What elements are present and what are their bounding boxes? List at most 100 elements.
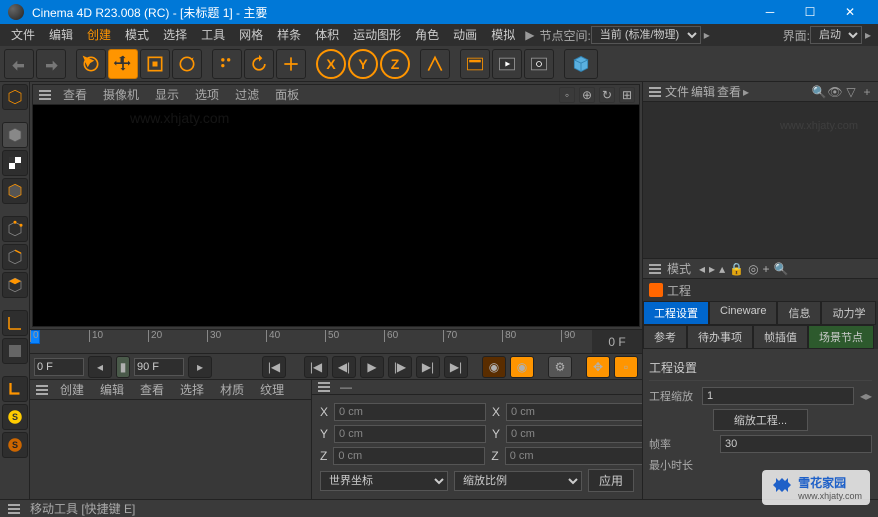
- range-slider[interactable]: ▮: [116, 356, 130, 378]
- prev-frame-button[interactable]: ◀|: [332, 356, 356, 378]
- goto-start-button[interactable]: |◀: [262, 356, 286, 378]
- attr-scale-spinner-icon[interactable]: ◂▸: [860, 389, 872, 403]
- live-select-tool[interactable]: [76, 49, 106, 79]
- attr-tab-interp[interactable]: 帧插值: [753, 325, 808, 349]
- nodespace-popup-icon[interactable]: ▸: [704, 28, 710, 42]
- keyframe-selection-button[interactable]: ⚙: [548, 356, 572, 378]
- obj-menu-file[interactable]: 文件: [665, 83, 689, 100]
- attr-menu-mode[interactable]: 模式: [667, 260, 691, 277]
- menu-character[interactable]: 角色: [408, 24, 446, 46]
- menu-animate[interactable]: 动画: [446, 24, 484, 46]
- attr-menu-icon[interactable]: [647, 262, 663, 276]
- material-menu-material[interactable]: 材质: [214, 381, 250, 398]
- edge-mode-button[interactable]: [2, 244, 28, 270]
- menu-create[interactable]: 创建: [80, 24, 118, 46]
- point-mode-button[interactable]: [2, 216, 28, 242]
- snap-settings-button[interactable]: S: [2, 432, 28, 458]
- menu-volume[interactable]: 体积: [308, 24, 346, 46]
- coord-apply-button[interactable]: 应用: [588, 469, 634, 492]
- obj-menu-view[interactable]: 查看: [717, 83, 741, 100]
- frame-end-input[interactable]: [134, 358, 184, 376]
- viewport-nav-icon-3[interactable]: ↻: [599, 87, 615, 103]
- play-button[interactable]: ▶: [360, 356, 384, 378]
- attr-fps-input[interactable]: [720, 435, 872, 453]
- minimize-button[interactable]: ─: [750, 0, 790, 24]
- workplane-mode-button[interactable]: [2, 178, 28, 204]
- viewport-canvas[interactable]: [33, 105, 639, 326]
- enable-axis-l-button[interactable]: [2, 376, 28, 402]
- obj-search-icon[interactable]: 🔍: [812, 85, 826, 99]
- menu-file[interactable]: 文件: [4, 24, 42, 46]
- attr-new-icon[interactable]: +: [763, 262, 770, 276]
- redo-button[interactable]: [36, 49, 66, 79]
- material-menu-icon[interactable]: [34, 383, 50, 397]
- coord-size-y-input[interactable]: [506, 425, 658, 443]
- layout-popup-icon[interactable]: ▸: [865, 28, 871, 42]
- coord-collapse-icon[interactable]: —: [340, 380, 352, 394]
- viewport-menu-options[interactable]: 选项: [189, 86, 225, 103]
- frame-start-input[interactable]: [34, 358, 84, 376]
- z-axis-button[interactable]: Z: [380, 49, 410, 79]
- menu-mode[interactable]: 模式: [118, 24, 156, 46]
- viewport-menu-view[interactable]: 查看: [57, 86, 93, 103]
- material-menu-edit[interactable]: 编辑: [94, 381, 130, 398]
- attr-tab-info[interactable]: 信息: [777, 301, 821, 325]
- maximize-button[interactable]: ☐: [790, 0, 830, 24]
- timeline-ruler[interactable]: 0102030405060708090 0 F: [30, 329, 642, 353]
- viewport-nav-icon-1[interactable]: ◦: [559, 87, 575, 103]
- menu-spline[interactable]: 样条: [270, 24, 308, 46]
- attr-fwd-icon[interactable]: ▸: [709, 262, 715, 276]
- coord-menu-icon[interactable]: [316, 380, 332, 394]
- record-button[interactable]: ◉: [482, 356, 506, 378]
- layout-select[interactable]: 启动: [810, 26, 862, 44]
- menu-edit[interactable]: 编辑: [42, 24, 80, 46]
- coord-pos-z-input[interactable]: [333, 447, 485, 465]
- attr-back-icon[interactable]: ◂: [699, 262, 705, 276]
- recent-tools[interactable]: [212, 49, 242, 79]
- coord-mode-select[interactable]: 世界坐标: [320, 471, 448, 491]
- obj-filter-icon[interactable]: ▽: [844, 85, 858, 99]
- material-menu-texture[interactable]: 纹理: [254, 381, 290, 398]
- coord-size-z-input[interactable]: [505, 447, 657, 465]
- goto-prevkey-button[interactable]: |◀: [304, 356, 328, 378]
- snap-button[interactable]: S: [2, 404, 28, 430]
- attr-tab-scenenodes[interactable]: 场景节点: [808, 325, 874, 349]
- close-button[interactable]: ✕: [830, 0, 870, 24]
- coord-pos-x-input[interactable]: [334, 403, 486, 421]
- enable-axis-button[interactable]: [2, 310, 28, 336]
- viewport-menu-panel[interactable]: 面板: [269, 86, 305, 103]
- obj-eye-icon[interactable]: 👁: [828, 85, 842, 99]
- coord-system-button[interactable]: [420, 49, 450, 79]
- obj-menu-more-icon[interactable]: ▸: [743, 85, 749, 99]
- polygon-mode-button[interactable]: [2, 272, 28, 298]
- coord-size-x-input[interactable]: [506, 403, 658, 421]
- attr-scale-input[interactable]: [702, 387, 854, 405]
- attr-tab-todo[interactable]: 待办事项: [687, 325, 753, 349]
- add-cube-button[interactable]: [564, 49, 598, 79]
- next-frame-button[interactable]: |▶: [388, 356, 412, 378]
- attr-scale-project-button[interactable]: 缩放工程...: [713, 409, 808, 431]
- autokey-button[interactable]: ◉: [510, 356, 534, 378]
- material-menu-create[interactable]: 创建: [54, 381, 90, 398]
- attr-target-icon[interactable]: ◎: [748, 262, 758, 276]
- obj-menu-icon[interactable]: [647, 85, 663, 99]
- render-pv-button[interactable]: [492, 49, 522, 79]
- attr-tab-dynamics[interactable]: 动力学: [821, 301, 876, 325]
- attr-up-icon[interactable]: ▴: [719, 262, 725, 276]
- menu-select[interactable]: 选择: [156, 24, 194, 46]
- y-axis-button[interactable]: Y: [348, 49, 378, 79]
- viewport-menu-filter[interactable]: 过滤: [229, 86, 265, 103]
- viewport-nav-icon-2[interactable]: ⊕: [579, 87, 595, 103]
- goto-nextkey-button[interactable]: ▶|: [416, 356, 440, 378]
- x-axis-button[interactable]: X: [316, 49, 346, 79]
- attr-lock-icon[interactable]: 🔒: [729, 262, 744, 276]
- model-mode-button[interactable]: [2, 122, 28, 148]
- attr-search-icon[interactable]: 🔍: [774, 262, 789, 276]
- menu-mograph[interactable]: 运动图形: [346, 24, 408, 46]
- render-view-button[interactable]: [460, 49, 490, 79]
- menu-tools[interactable]: 工具: [194, 24, 232, 46]
- scale-tool[interactable]: [140, 49, 170, 79]
- goto-end-button[interactable]: ▶|: [444, 356, 468, 378]
- material-content[interactable]: [30, 400, 311, 499]
- obj-add-icon[interactable]: +: [860, 85, 874, 99]
